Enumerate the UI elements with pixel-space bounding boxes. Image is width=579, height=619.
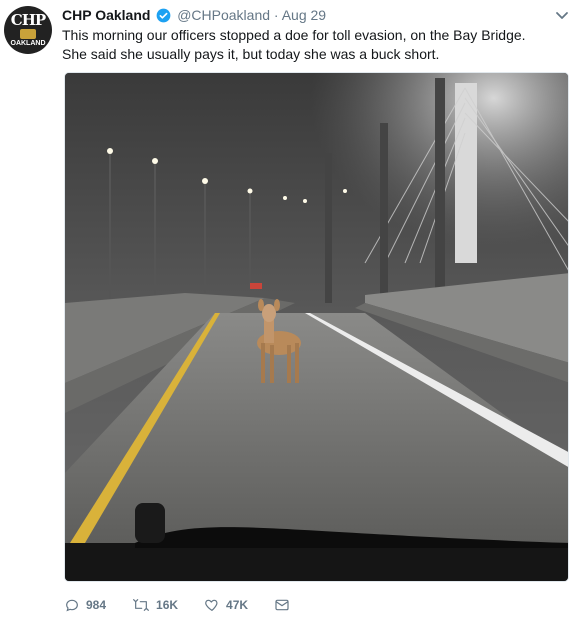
envelope-icon	[275, 599, 289, 611]
retweet-icon	[133, 599, 149, 611]
heart-icon	[205, 599, 218, 611]
display-name[interactable]: CHP Oakland	[62, 7, 150, 23]
like-count: 47K	[226, 598, 249, 612]
tweet-photo[interactable]	[64, 72, 569, 582]
tweet-actions: 984 16K 47K	[64, 594, 322, 616]
handle[interactable]: @CHPoakland	[177, 7, 270, 23]
retweet-button[interactable]: 16K	[132, 597, 178, 613]
tweet-text-line: This morning our officers stopped a doe …	[62, 27, 526, 43]
photo-scene	[65, 73, 568, 581]
seal-icon	[20, 28, 36, 39]
separator-dot: ·	[273, 7, 279, 23]
like-button[interactable]: 47K	[204, 597, 248, 613]
tweet-header: CHP Oakland @CHPoakland · Aug 29	[62, 6, 549, 26]
avatar[interactable]: CHP OAKLAND	[4, 6, 52, 54]
avatar-logo-text: CHP	[10, 10, 46, 29]
reply-icon	[66, 599, 78, 612]
tweet-date[interactable]: Aug 29	[282, 7, 326, 23]
tweet-text: This morning our officers stopped a doe …	[62, 26, 562, 64]
tweet-text-line: She said she usually pays it, but today …	[62, 46, 440, 62]
avatar-logo-subtext: OAKLAND	[10, 39, 46, 47]
message-button[interactable]	[274, 597, 296, 613]
chevron-down-icon[interactable]	[555, 8, 569, 22]
reply-button[interactable]: 984	[64, 597, 106, 613]
reply-count: 984	[86, 598, 107, 612]
verified-badge-icon	[156, 8, 171, 27]
retweet-count: 16K	[156, 598, 179, 612]
